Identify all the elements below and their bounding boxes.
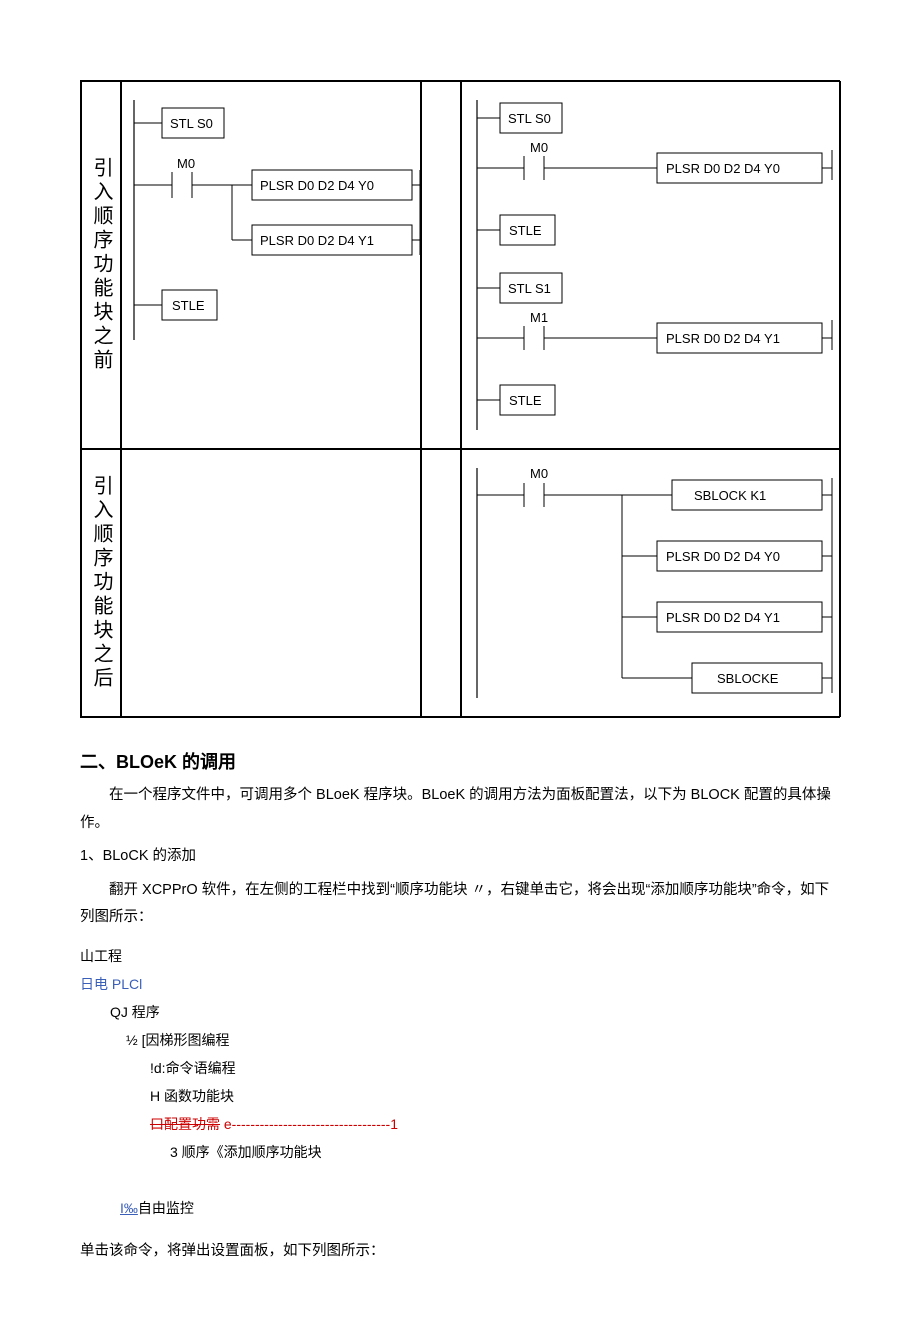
tree-ladder: ½ [因梯形图编程 (126, 1026, 840, 1054)
tl-plsr2: PLSR D0 D2 D4 Y1 (260, 233, 374, 248)
tr-stls1: STL S1 (508, 281, 551, 296)
para-3: 单击该命令，将弹出设置面板，如下列图所示： (80, 1238, 840, 1266)
project-tree: 山工程 日电 PLCl QJ 程序 ½ [因梯形图编程 !d:命令语编程 H 函… (80, 942, 840, 1222)
br-sblock: SBLOCK K1 (694, 488, 766, 503)
diagram-top-right: STL S0 M0 PLSR D0 D2 D4 Y0 STLE STL S1 M… (461, 81, 841, 449)
row1-label-text: 引入顺序功能块之前 (85, 157, 117, 373)
diagram-top-left: STL S0 M0 PLSR D0 D2 D4 Y0 PLSR D0 D2 D4… (121, 81, 421, 449)
tree-config: 口配置功需 e---------------------------------… (150, 1110, 840, 1138)
row1-right-label (421, 81, 461, 449)
comparison-table: 引入顺序功能块之前 STL S0 M0 PLSR D0 D2 D4 Y0 (80, 80, 840, 718)
tree-monitor: I‰自由监控 (120, 1194, 840, 1222)
tree-command: !d:命令语编程 (150, 1054, 840, 1082)
tl-stls0: STL S0 (170, 116, 213, 131)
para-1: 在一个程序文件中，可调用多个 BLoeK 程序块。BLoeK 的调用方法为面板配… (80, 782, 840, 837)
tr-stle2: STLE (509, 393, 542, 408)
tl-stle: STLE (172, 298, 205, 313)
tr-plsr1: PLSR D0 D2 D4 Y0 (666, 161, 780, 176)
item-1: 1、BLoCK 的添加 (80, 843, 840, 871)
diagram-bottom-right: M0 SBLOCK K1 PLSR D0 D2 D4 Y0 PLSR D0 D2… (461, 449, 841, 717)
row2-label-text: 引入顺序功能块之后 (85, 475, 117, 691)
tree-monitor-prefix: I‰ (120, 1200, 138, 1216)
heading-num: 二、 (80, 752, 116, 772)
tree-add-seq-block: 3 顺序《添加顺序功能块 (170, 1138, 840, 1166)
tree-config-tail: e----------------------------------1 (220, 1116, 398, 1132)
tree-function-block: H 函数功能块 (150, 1082, 840, 1110)
tree-program: QJ 程序 (110, 998, 840, 1026)
tr-stls0: STL S0 (508, 111, 551, 126)
section-heading: 二、BLOeK 的调用 (80, 748, 840, 774)
tr-plsr2: PLSR D0 D2 D4 Y1 (666, 331, 780, 346)
tree-config-strike: 口配置功需 (150, 1116, 220, 1132)
br-plsr1: PLSR D0 D2 D4 Y0 (666, 549, 780, 564)
tl-plsr1: PLSR D0 D2 D4 Y0 (260, 178, 374, 193)
tr-stle1: STLE (509, 223, 542, 238)
br-sblocke: SBLOCKE (717, 671, 779, 686)
heading-title: BLOeK 的调用 (116, 752, 236, 772)
para-2: 翻开 XCPPrO 软件，在左侧的工程栏中找到“顺序功能块 〃，右键单击它，将会… (80, 877, 840, 932)
tr-m1: M1 (530, 310, 548, 325)
tl-m0: M0 (177, 156, 195, 171)
tree-root: 山工程 (80, 942, 840, 970)
row2-label: 引入顺序功能块之后 (81, 449, 121, 717)
tree-monitor-text: 自由监控 (138, 1200, 194, 1216)
tree-plc: 日电 PLCl (80, 970, 840, 998)
row2-right-label (421, 449, 461, 717)
row1-label: 引入顺序功能块之前 (81, 81, 121, 449)
tr-m0: M0 (530, 140, 548, 155)
br-m0: M0 (530, 466, 548, 481)
br-plsr2: PLSR D0 D2 D4 Y1 (666, 610, 780, 625)
diagram-bottom-left (121, 449, 421, 717)
